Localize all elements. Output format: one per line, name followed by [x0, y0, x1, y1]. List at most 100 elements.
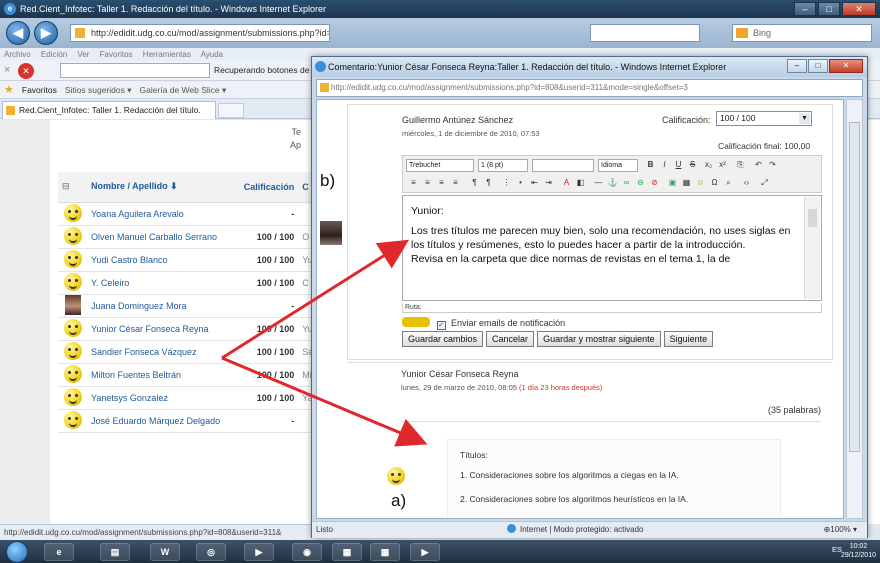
- cancel-button[interactable]: Cancelar: [486, 331, 535, 347]
- close-button[interactable]: ✕: [842, 2, 876, 16]
- hr-icon[interactable]: —: [593, 177, 604, 188]
- favorites-item-suggested[interactable]: Sitios sugeridos ▾: [65, 81, 132, 99]
- user-photo[interactable]: [64, 294, 81, 315]
- zoom-control[interactable]: ⊕100% ▾: [824, 522, 857, 538]
- taskbar-app-icon[interactable]: ▦: [370, 543, 400, 561]
- smiley-avatar-icon[interactable]: [63, 410, 82, 429]
- fullscreen-icon[interactable]: ⤢: [759, 177, 770, 188]
- system-clock[interactable]: 10:02 29/12/2010: [841, 542, 876, 560]
- grade-column-header[interactable]: Calificación: [232, 172, 299, 203]
- italic-button[interactable]: I: [659, 159, 670, 170]
- subscript-icon[interactable]: x₂: [703, 159, 714, 170]
- student-name-link[interactable]: Sandier Fonseca Vázquez: [87, 340, 232, 364]
- align-left-icon[interactable]: ≡: [408, 177, 419, 188]
- smiley-avatar-icon[interactable]: [63, 341, 82, 360]
- rtl-icon[interactable]: ¶: [483, 177, 494, 188]
- name-column-header[interactable]: Nombre / Apellido ⬇: [87, 172, 232, 203]
- taskbar-app-icon[interactable]: ▶: [410, 543, 440, 561]
- student-name-link[interactable]: Yanetsys Gonzalez: [87, 386, 232, 410]
- start-button[interactable]: [6, 541, 28, 563]
- popup-maximize-button[interactable]: □: [808, 59, 828, 73]
- save-and-next-button[interactable]: Guardar y mostrar siguiente: [537, 331, 661, 347]
- taskbar-ie-icon[interactable]: e: [44, 543, 74, 561]
- favorites-star-icon[interactable]: ★: [4, 81, 14, 99]
- outdent-icon[interactable]: ⇤: [529, 177, 540, 188]
- search-replace-icon[interactable]: ⌕: [723, 177, 734, 188]
- taskbar-media-icon[interactable]: ▶: [244, 543, 274, 561]
- save-changes-button[interactable]: Guardar cambios: [402, 331, 484, 347]
- menu-favoritos[interactable]: Favoritos: [100, 50, 133, 59]
- popup-address-bar[interactable]: http://edidit.udg.co.cu/mod/assignment/s…: [316, 79, 863, 97]
- font-family-select[interactable]: Trebuchet: [406, 159, 474, 172]
- popup-minimize-button[interactable]: –: [787, 59, 807, 73]
- smiley-avatar-icon[interactable]: [63, 203, 82, 222]
- special-char-icon[interactable]: Ω: [709, 177, 720, 188]
- grade-select[interactable]: 100 / 100 ▼: [716, 111, 812, 126]
- student-name-link[interactable]: Milton Fuentes Beltrán: [87, 363, 232, 387]
- minimize-button[interactable]: –: [794, 2, 816, 16]
- smiley-avatar-icon[interactable]: [63, 318, 82, 337]
- popup-close-button[interactable]: ✕: [829, 59, 863, 73]
- menu-ayuda[interactable]: Ayuda: [201, 50, 224, 59]
- maximize-button[interactable]: □: [818, 2, 840, 16]
- next-button[interactable]: Siguiente: [663, 331, 714, 347]
- smiley-avatar-icon[interactable]: [63, 226, 82, 245]
- toolbar-search-input[interactable]: [60, 63, 210, 78]
- taskbar-word-icon[interactable]: W: [150, 543, 180, 561]
- student-name-link[interactable]: Juana Dominguez Mora: [87, 294, 232, 318]
- notify-checkbox[interactable]: ✓: [436, 321, 446, 330]
- smiley-avatar-icon[interactable]: [63, 387, 82, 406]
- font-size-select[interactable]: 1 (8 pt): [478, 159, 528, 172]
- search-input[interactable]: Bing: [732, 24, 872, 42]
- bold-button[interactable]: B: [645, 159, 656, 170]
- taskbar-folder-icon[interactable]: ▤: [100, 543, 130, 561]
- student-name-link[interactable]: Yudi Castro Blanco: [87, 248, 232, 272]
- close-toolbar-icon[interactable]: ×: [4, 64, 10, 76]
- select-column-header[interactable]: ⊟: [58, 172, 87, 203]
- format-select[interactable]: [532, 159, 594, 172]
- student-name-link[interactable]: José Eduardo Márquez Delgado: [87, 409, 232, 433]
- back-button[interactable]: ◀: [6, 21, 30, 45]
- image-icon[interactable]: ▣: [667, 177, 678, 188]
- address-controls[interactable]: [590, 24, 700, 42]
- taskbar-app-icon[interactable]: ▦: [332, 543, 362, 561]
- text-color-icon[interactable]: A: [561, 177, 572, 188]
- student-name-link[interactable]: Y. Celeiro: [87, 271, 232, 295]
- student-name-link[interactable]: Yunior César Fonseca Reyna: [87, 317, 232, 341]
- align-center-icon[interactable]: ≡: [422, 177, 433, 188]
- menu-edicion[interactable]: Edición: [41, 50, 67, 59]
- tab-active[interactable]: Red.Cient_Infotec: Taller 1. Redacción d…: [2, 101, 216, 119]
- smiley-avatar-icon[interactable]: [63, 249, 82, 268]
- favorites-item-webslice[interactable]: Galería de Web Slice ▾: [139, 81, 226, 99]
- editor-scrollbar[interactable]: [804, 197, 820, 299]
- anchor-icon[interactable]: ⚓: [607, 177, 618, 188]
- ordered-list-icon[interactable]: ⋮: [501, 177, 512, 188]
- smiley-icon[interactable]: ☺: [695, 177, 706, 188]
- taskbar-chrome-icon[interactable]: ◎: [196, 543, 226, 561]
- unordered-list-icon[interactable]: •: [515, 177, 526, 188]
- popup-scrollbar[interactable]: [846, 99, 863, 519]
- menu-herramientas[interactable]: Herramientas: [143, 50, 191, 59]
- editor-scroll-thumb[interactable]: [808, 209, 817, 227]
- stop-icon[interactable]: ✕: [18, 63, 34, 79]
- favorites-button[interactable]: Favoritos: [22, 81, 57, 99]
- superscript-icon[interactable]: x²: [717, 159, 728, 170]
- unlink-icon[interactable]: ⊖: [635, 177, 646, 188]
- indent-icon[interactable]: ⇥: [543, 177, 554, 188]
- address-input[interactable]: http://edidit.udg.co.cu/mod/assignment/s…: [70, 24, 330, 42]
- smiley-avatar-icon[interactable]: [63, 272, 82, 291]
- forward-button[interactable]: ▶: [34, 21, 58, 45]
- menu-ver[interactable]: Ver: [77, 50, 89, 59]
- student-name-link[interactable]: Yoana Aguilera Arevalo: [87, 202, 232, 226]
- menu-archivo[interactable]: Archivo: [4, 50, 31, 59]
- student-name-link[interactable]: Olven Manuel Carballo Serrano: [87, 225, 232, 249]
- clean-icon[interactable]: ⎘: [735, 159, 746, 170]
- align-right-icon[interactable]: ≡: [436, 177, 447, 188]
- justify-icon[interactable]: ≡: [450, 177, 461, 188]
- table-icon[interactable]: ▦: [681, 177, 692, 188]
- new-tab-button[interactable]: [218, 103, 244, 118]
- bg-color-icon[interactable]: ◧: [575, 177, 586, 188]
- ltr-icon[interactable]: ¶: [469, 177, 480, 188]
- taskbar-firefox-icon[interactable]: ◉: [292, 543, 322, 561]
- smiley-avatar-icon[interactable]: [63, 364, 82, 383]
